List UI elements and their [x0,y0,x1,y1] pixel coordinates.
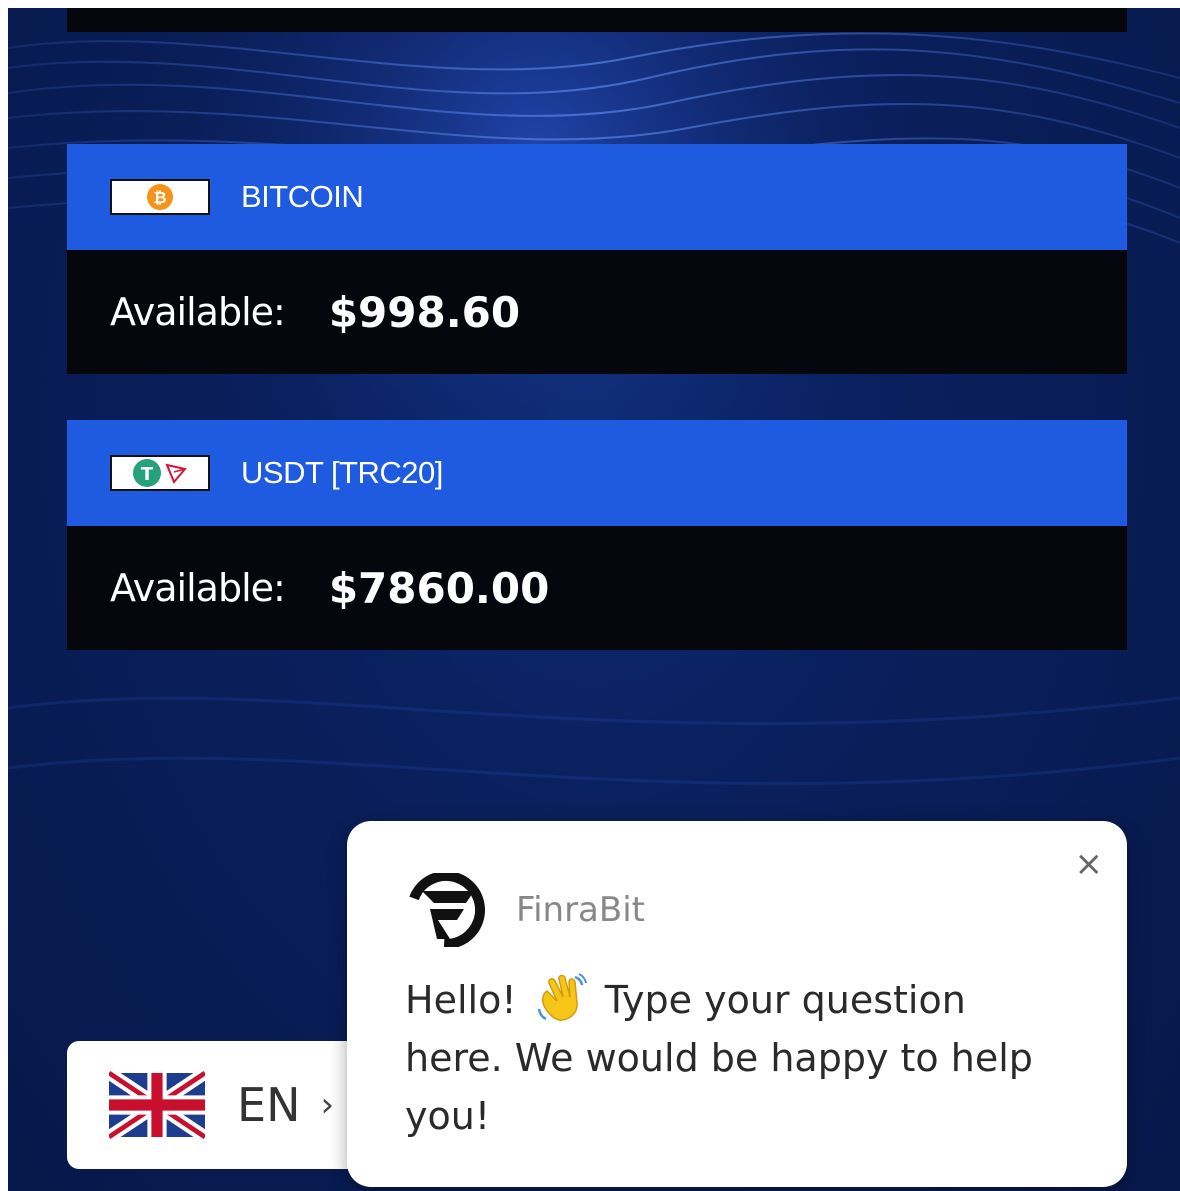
available-value: $998.60 [328,287,521,337]
uk-flag-icon [109,1070,205,1140]
bitcoin-icon: ₿ [147,184,173,210]
available-label: Available: [110,290,286,334]
coin-badge: T [110,455,210,491]
wallet-header: ₿ BITCOIN [67,144,1127,250]
finrabit-logo-icon [406,873,485,947]
wallet-card-bitcoin[interactable]: ₿ BITCOIN Available: $998.60 [67,144,1127,374]
language-code: EN [237,1078,301,1132]
tron-icon [165,463,187,484]
chat-greeting: Hello! [405,978,517,1022]
wallet-balance: Available: $998.60 [67,250,1127,374]
brand-name: FinraBit [516,890,645,930]
coin-name: USDT [TRC20] [241,455,443,490]
coin-badge: ₿ [110,179,210,215]
available-label: Available: [110,566,286,610]
svg-text:T: T [141,464,154,485]
chat-popup[interactable]: × FinraBit Hello! Type your question her… [347,821,1127,1187]
wallet-card-usdt[interactable]: T USDT [TRC20] Available: $7860.00 [67,420,1127,650]
top-bar [67,8,1127,32]
wallet-balance: Available: $7860.00 [67,526,1127,650]
waving-hand-icon [537,973,587,1021]
chat-brand: FinraBit [404,873,645,947]
chat-message: Hello! Type your question here. We would… [405,971,1065,1145]
available-value: $7860.00 [328,563,550,613]
coin-name: BITCOIN [241,179,364,214]
close-icon[interactable]: × [1075,847,1104,881]
tether-icon: T [133,459,161,487]
svg-text:₿: ₿ [153,188,166,207]
wallet-header: T USDT [TRC20] [67,420,1127,526]
app-screen: ₿ BITCOIN Available: $998.60 T USDT [TRC… [8,8,1180,1191]
chevron-right-icon: › [320,1085,335,1125]
